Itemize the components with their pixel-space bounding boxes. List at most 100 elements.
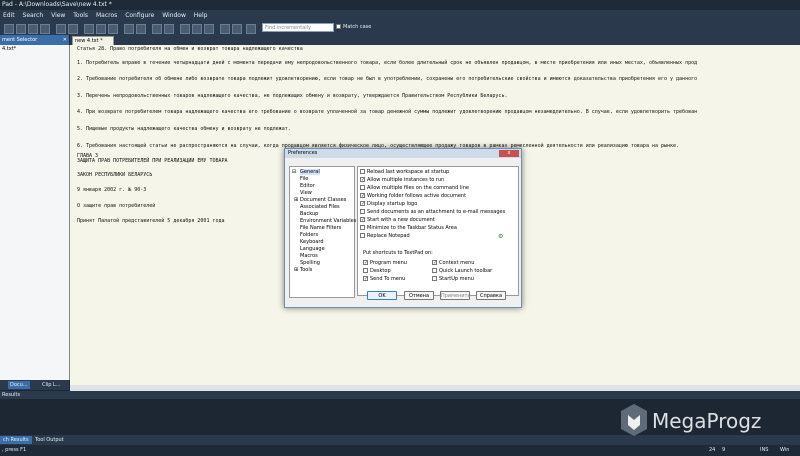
tree-item-view[interactable]: View: [300, 190, 312, 196]
checkbox[interactable]: [363, 260, 368, 265]
checkbox[interactable]: [360, 225, 365, 230]
print-icon[interactable]: [56, 24, 66, 34]
tab-new-4[interactable]: new 4.txt *: [72, 36, 114, 45]
find-incremental-icon[interactable]: [246, 24, 256, 34]
checkbox[interactable]: [360, 193, 365, 198]
menu-window[interactable]: Window: [159, 10, 189, 21]
shortcut-send-to[interactable]: Send To menu: [363, 276, 405, 282]
tree-item-file[interactable]: File: [300, 176, 308, 182]
outdent-icon[interactable]: [164, 24, 174, 34]
paste-icon[interactable]: [108, 24, 118, 34]
tree-item-macros[interactable]: Macros: [300, 253, 318, 259]
word-wrap-icon[interactable]: [220, 24, 230, 34]
checkbox[interactable]: [360, 201, 365, 206]
tab-tool-output[interactable]: Tool Output: [32, 436, 67, 444]
checkbox[interactable]: [360, 185, 365, 190]
checkbox[interactable]: [432, 276, 437, 281]
tree-item-backup[interactable]: Backup: [300, 211, 318, 217]
option-label: Working folder follows active document: [367, 193, 467, 199]
option-new-document[interactable]: Start with a new document: [360, 217, 435, 223]
tree-item-associated-files[interactable]: Associated Files: [300, 204, 340, 210]
redo-icon[interactable]: [136, 24, 146, 34]
tree-item-tools[interactable]: Tools: [300, 267, 312, 273]
menu-configure[interactable]: Configure: [122, 10, 157, 21]
tree-expander-icon[interactable]: ⊞: [294, 197, 298, 203]
option-multiple-instances[interactable]: Allow multiple instances to run: [360, 177, 444, 183]
option-multiple-files[interactable]: Allow multiple files on the command line: [360, 185, 469, 191]
tab-clip-library[interactable]: Clip L...: [40, 381, 63, 389]
open-file-icon[interactable]: [16, 24, 26, 34]
tree-item-environment-variables[interactable]: Environment Variables: [300, 218, 356, 224]
menu-edit[interactable]: Edit: [0, 10, 18, 21]
status-line-ending: Win: [780, 447, 790, 453]
shortcut-context-menu[interactable]: Context menu: [432, 260, 474, 266]
checkbox[interactable]: [432, 260, 437, 265]
match-case-checkbox[interactable]: Match case: [336, 23, 371, 32]
cancel-button[interactable]: Отмена: [404, 291, 434, 300]
menu-macros[interactable]: Macros: [93, 10, 120, 21]
tree-item-file-name-filters[interactable]: File Name Filters: [300, 225, 341, 231]
shortcut-startup-menu[interactable]: StartUp menu: [432, 276, 474, 282]
tree-item-folders[interactable]: Folders: [300, 232, 318, 238]
shortcut-desktop[interactable]: Desktop: [363, 268, 391, 274]
tree-expander-icon[interactable]: ⊞: [294, 267, 298, 273]
option-label: StartUp menu: [439, 276, 474, 282]
checkbox[interactable]: [360, 209, 365, 214]
option-label: Send documents as an attachment to e-mai…: [367, 209, 506, 215]
option-replace-notepad[interactable]: Replace Notepad: [360, 233, 410, 239]
help-button[interactable]: Справка: [476, 291, 506, 300]
option-email-attachment[interactable]: Send documents as an attachment to e-mai…: [360, 209, 505, 215]
option-minimize-tray[interactable]: Minimize to the Taskbar Status Area: [360, 225, 457, 231]
dialog-close-button[interactable]: x: [499, 150, 519, 157]
menu-view[interactable]: View: [48, 10, 68, 21]
match-case-box[interactable]: [336, 24, 341, 29]
option-label: Context menu: [439, 260, 475, 266]
menu-help[interactable]: Help: [191, 10, 211, 21]
new-file-icon[interactable]: [4, 24, 14, 34]
tab-document-selector[interactable]: Docu...: [8, 381, 30, 389]
indent-icon[interactable]: [152, 24, 162, 34]
undo-icon[interactable]: [124, 24, 134, 34]
checkbox[interactable]: [432, 268, 437, 273]
menu-tools[interactable]: Tools: [70, 10, 91, 21]
save-all-icon[interactable]: [40, 24, 50, 34]
tab-search-results[interactable]: ch Results: [0, 436, 32, 444]
search-input[interactable]: Find incrementally: [262, 23, 334, 32]
ok-button[interactable]: OK: [367, 291, 397, 300]
cut-icon[interactable]: [84, 24, 94, 34]
editor-line: Принят Палатой представителей 5 декабря …: [77, 218, 225, 224]
status-hint: , press F1: [2, 447, 27, 453]
checkbox[interactable]: [360, 169, 365, 174]
tree-item-general[interactable]: General: [300, 169, 320, 175]
shortcut-program-menu[interactable]: Program menu: [363, 260, 407, 266]
tree-item-language[interactable]: Language: [300, 246, 325, 252]
replace-icon[interactable]: [204, 24, 214, 34]
copy-icon[interactable]: [96, 24, 106, 34]
checkbox[interactable]: [363, 276, 368, 281]
menu-search[interactable]: Search: [20, 10, 47, 21]
checkbox[interactable]: [360, 217, 365, 222]
find-icon[interactable]: [192, 24, 202, 34]
spell-check-icon[interactable]: [180, 24, 190, 34]
close-icon[interactable]: ✕: [63, 35, 67, 45]
shortcut-quick-launch[interactable]: Quick Launch toolbar: [432, 268, 492, 274]
checkbox[interactable]: [360, 233, 365, 238]
dialog-title: Preferences: [288, 150, 318, 156]
print-preview-icon[interactable]: [68, 24, 78, 34]
save-icon[interactable]: [28, 24, 38, 34]
checkbox[interactable]: [360, 177, 365, 182]
option-reload-workspace[interactable]: Reload last workspace at startup: [360, 169, 449, 175]
option-working-folder[interactable]: Working folder follows active document: [360, 193, 466, 199]
tree-item-editor[interactable]: Editor: [300, 183, 315, 189]
tool-dropdown-icon[interactable]: [232, 24, 242, 34]
tree-expander-icon[interactable]: ⊟: [292, 169, 296, 175]
document-list-item[interactable]: 4.txt*: [0, 45, 69, 53]
general-options-panel: Reload last workspace at startup Allow m…: [357, 166, 519, 296]
tree-item-keyboard[interactable]: Keyboard: [300, 239, 324, 245]
checkbox[interactable]: [363, 268, 368, 273]
apply-button[interactable]: Применить: [440, 291, 470, 300]
editor-line: 1. Потребитель вправе в течение четырнад…: [77, 60, 698, 66]
tree-item-document-classes[interactable]: Document Classes: [300, 197, 346, 203]
option-startup-logo[interactable]: Display startup logo: [360, 201, 417, 207]
tree-item-spelling[interactable]: Spelling: [300, 260, 320, 266]
